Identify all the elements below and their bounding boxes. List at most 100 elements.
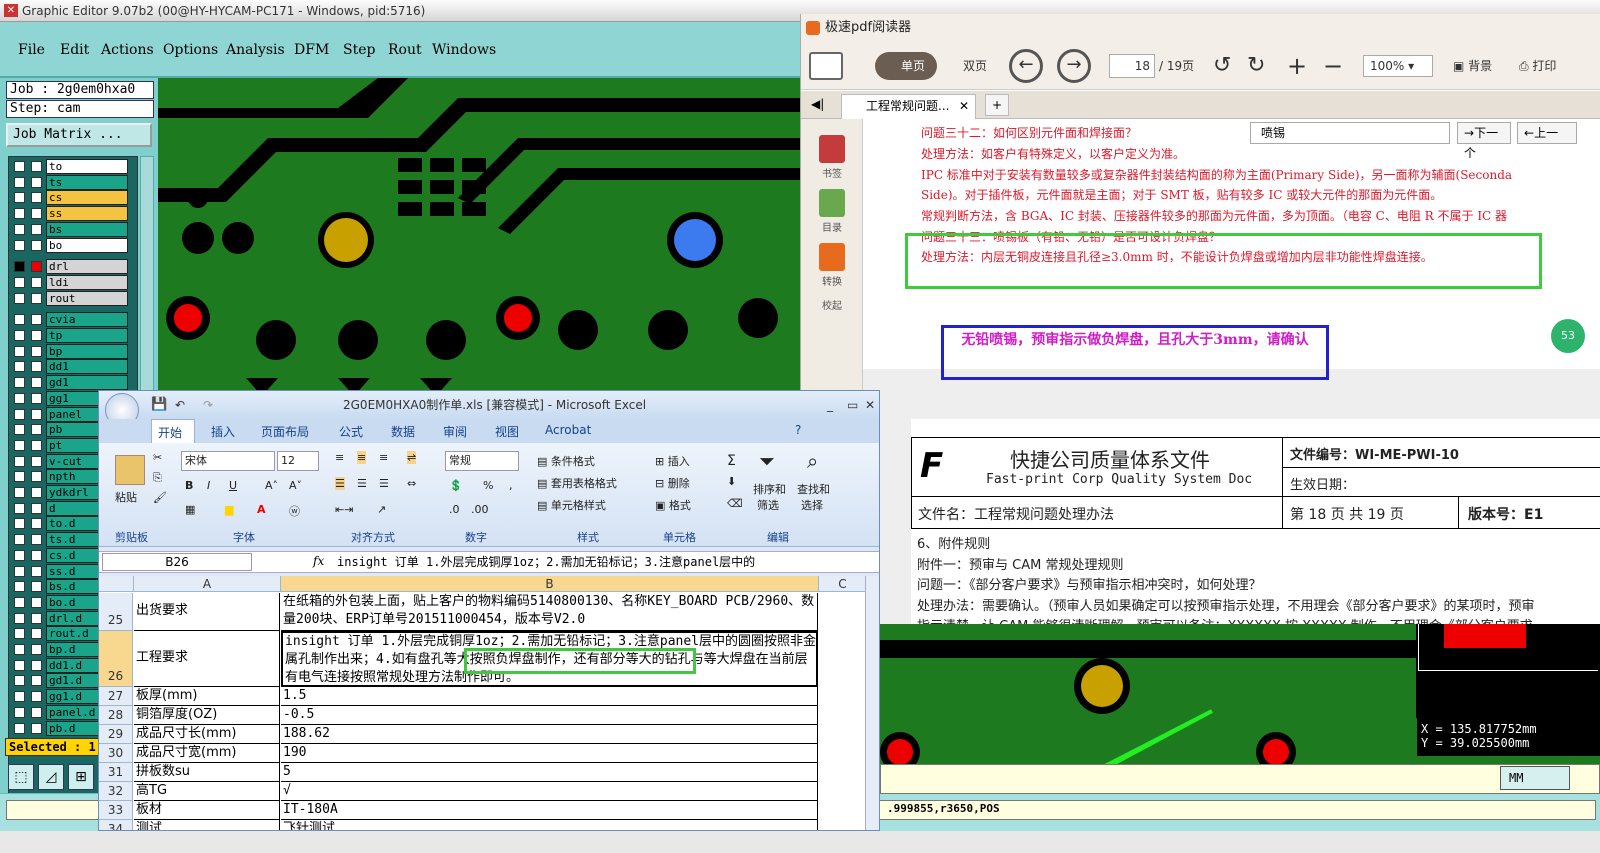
layer-affected-checkbox[interactable] — [31, 659, 42, 671]
grid-icon[interactable]: ⊞ — [68, 764, 94, 790]
layer-name[interactable]: bs — [46, 221, 128, 237]
qat-redo-icon[interactable]: ↷ — [203, 391, 213, 419]
select-all-corner[interactable] — [99, 576, 134, 592]
layer-checkbox[interactable] — [14, 439, 25, 451]
layer-affected-checkbox[interactable] — [31, 565, 42, 577]
decrease-decimal-icon[interactable]: .00 — [471, 503, 489, 516]
merge-icon[interactable]: ⇔ — [407, 477, 416, 490]
layer-checkbox[interactable] — [14, 176, 25, 188]
comma-icon[interactable]: , — [509, 479, 513, 492]
layer-row[interactable]: tp — [11, 328, 137, 343]
double-page-button[interactable]: 双页 — [941, 52, 991, 80]
layer-checkbox[interactable] — [14, 487, 25, 498]
layer-row[interactable]: cvia — [11, 312, 137, 328]
paste-icon[interactable] — [115, 455, 145, 485]
tab-insert[interactable]: 插入 — [211, 423, 235, 440]
row-header[interactable]: 32 — [99, 782, 133, 801]
layer-affected-checkbox[interactable] — [31, 161, 42, 172]
page-number-input[interactable]: 18 — [1109, 54, 1155, 78]
menu-file[interactable]: File — [18, 42, 45, 58]
row-header[interactable]: 26 — [99, 631, 133, 687]
menu-analysis[interactable]: Analysis — [226, 42, 285, 58]
job-matrix-button[interactable]: Job Matrix ... — [6, 123, 152, 147]
layer-checkbox[interactable] — [14, 722, 25, 734]
tab-acrobat[interactable]: Acrobat — [545, 423, 591, 437]
table-cell[interactable]: -0.5 — [281, 706, 818, 725]
wrap-text-icon[interactable]: ⇌ — [407, 451, 417, 464]
layer-name[interactable]: bp — [46, 343, 128, 359]
menu-step[interactable]: Step — [343, 42, 375, 58]
row-header[interactable]: 27 — [99, 687, 133, 706]
layer-affected-checkbox[interactable] — [31, 408, 42, 420]
table-format-button[interactable]: ▤ 套用表格格式 — [537, 475, 617, 491]
table-cell[interactable]: 高TG — [134, 782, 280, 801]
layer-checkbox[interactable] — [14, 628, 25, 640]
table-cell[interactable]: 板材 — [134, 801, 280, 820]
floating-badge[interactable]: 53 — [1551, 319, 1585, 353]
table-cell[interactable]: 190 — [281, 744, 818, 763]
align-right-icon[interactable]: ☰ — [379, 477, 389, 490]
layer-name[interactable]: cs — [46, 190, 128, 206]
layer-affected-checkbox[interactable] — [31, 581, 42, 593]
find-select-label-1[interactable]: 查找和 — [797, 481, 830, 497]
layer-row[interactable]: ldi — [11, 274, 137, 290]
table-cell[interactable]: 出货要求 — [134, 593, 280, 631]
maximize-icon[interactable]: ▭ — [847, 391, 858, 419]
row-header[interactable]: 33 — [99, 801, 133, 820]
indent-icon[interactable]: ⇤⇥ — [335, 503, 353, 516]
align-left-icon[interactable]: ☰ — [335, 477, 345, 490]
layer-affected-checkbox[interactable] — [31, 675, 42, 687]
next-page-icon[interactable]: → — [1057, 49, 1091, 83]
layer-name[interactable]: ldi — [46, 274, 128, 290]
layer-affected-checkbox[interactable] — [31, 596, 42, 608]
convert-button[interactable]: 转换 — [809, 243, 855, 288]
table-cell[interactable]: 工程要求 — [134, 631, 280, 687]
layer-checkbox[interactable] — [14, 408, 25, 420]
layer-checkbox[interactable] — [14, 565, 25, 577]
layer-name[interactable]: dd1 — [46, 359, 128, 375]
layer-checkbox[interactable] — [14, 612, 25, 624]
layer-affected-checkbox[interactable] — [31, 377, 42, 389]
layer-affected-checkbox[interactable] — [31, 439, 42, 451]
layer-checkbox[interactable] — [14, 549, 25, 561]
search-next-button[interactable]: →下一个 — [1457, 122, 1511, 160]
underline-icon[interactable]: U — [229, 479, 237, 492]
layer-checkbox[interactable] — [14, 314, 25, 326]
layer-row[interactable]: bp — [11, 343, 137, 359]
layer-affected-checkbox[interactable] — [31, 518, 42, 530]
table-cell[interactable]: 188.62 — [281, 725, 818, 744]
sort-filter-label-2[interactable]: 筛选 — [757, 497, 779, 513]
rotate-left-icon[interactable]: ↺ — [1213, 52, 1231, 80]
background-button[interactable]: ▣ 背景 — [1453, 52, 1492, 80]
tab-formulas[interactable]: 公式 — [339, 423, 363, 440]
layer-checkbox[interactable] — [14, 706, 25, 718]
layer-checkbox[interactable] — [14, 208, 25, 220]
menu-dfm[interactable]: DFM — [294, 42, 329, 58]
tab-page-layout[interactable]: 页面布局 — [261, 423, 309, 440]
layer-affected-checkbox[interactable] — [31, 471, 42, 483]
phonetic-icon[interactable]: ⓦ — [289, 503, 300, 519]
close-window-icon[interactable]: ✕ — [865, 391, 875, 419]
layer-checkbox[interactable] — [14, 161, 25, 172]
qat-save-icon[interactable]: 💾 — [151, 391, 167, 419]
layer-affected-checkbox[interactable] — [31, 208, 42, 220]
layer-affected-checkbox[interactable] — [31, 345, 42, 357]
table-cell[interactable]: 成品尺寸长(mm) — [134, 725, 280, 744]
layer-checkbox[interactable] — [14, 292, 25, 304]
layer-affected-checkbox[interactable] — [31, 706, 42, 718]
layer-affected-checkbox[interactable] — [31, 261, 42, 273]
layer-checkbox[interactable] — [14, 659, 25, 671]
layer-checkbox[interactable] — [14, 455, 25, 467]
layer-name[interactable]: cvia — [46, 312, 128, 328]
delete-cells-button[interactable]: ⊟ 删除 — [655, 475, 690, 491]
fill-color-icon[interactable]: ▆ — [225, 503, 233, 516]
row-header[interactable]: 34 — [99, 820, 133, 830]
column-header[interactable]: C — [819, 576, 867, 592]
percent-icon[interactable]: % — [483, 479, 493, 492]
search-input[interactable]: 喷锡 — [1250, 122, 1450, 144]
layer-affected-checkbox[interactable] — [31, 314, 42, 326]
italic-icon[interactable]: I — [207, 479, 210, 492]
orientation-icon[interactable]: ↗ — [377, 503, 386, 516]
layer-affected-checkbox[interactable] — [31, 276, 42, 288]
layer-affected-checkbox[interactable] — [31, 239, 42, 251]
